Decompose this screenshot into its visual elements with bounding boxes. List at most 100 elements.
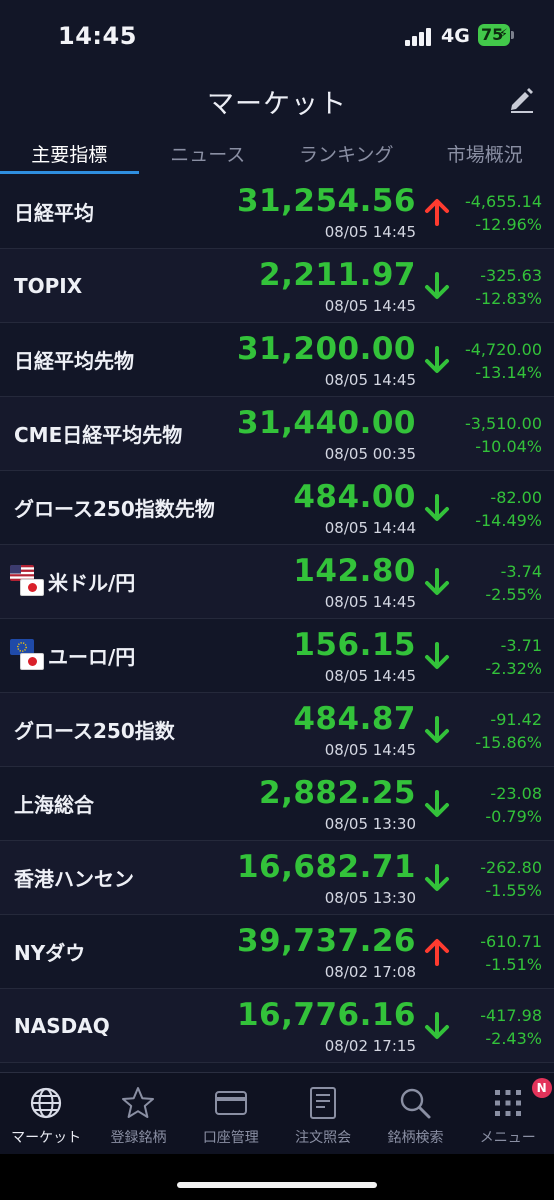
market-change: -3.71 [500, 636, 542, 655]
arrow-down-icon [425, 790, 449, 817]
status-bar: 14:45 4G 75 ⚡ [0, 0, 554, 70]
market-row[interactable]: 米ドル/円 142.80 08/05 14:45 -3.74 -2.55% [0, 545, 554, 619]
market-row[interactable]: 日経平均 31,254.56 08/05 14:45 -4,655.14 -12.96% [0, 175, 554, 249]
market-row[interactable]: CME日経平均先物 31,440.00 08/05 00:35 -3,510.00 -1… [0, 397, 554, 471]
arrow-down-icon [425, 642, 449, 669]
nav-account[interactable]: 口座管理 [185, 1073, 277, 1155]
nav-watchlist[interactable]: 登録銘柄 [92, 1073, 184, 1155]
market-name: CME日経平均先物 [14, 423, 183, 447]
market-price: 31,200.00 [236, 331, 416, 367]
market-row[interactable]: TOPIX 2,211.97 08/05 14:45 -325.63 -12.83% [0, 249, 554, 323]
market-change: -4,720.00 [464, 340, 542, 359]
market-change-percent: -12.83% [475, 289, 542, 308]
battery-cap [511, 31, 514, 39]
arrow-down-icon [425, 1012, 449, 1039]
market-timestamp: 08/05 13:30 [324, 815, 416, 833]
market-timestamp: 08/05 00:35 [324, 445, 416, 463]
nav-menu-label: メニュー [479, 1130, 536, 1146]
market-list: 日経平均 31,254.56 08/05 14:45 -4,655.14 -12.96%… [0, 175, 554, 1063]
market-row[interactable]: NASDAQ 16,776.16 08/02 17:15 -417.98 -2.43% [0, 989, 554, 1063]
market-change: -262.80 [480, 858, 542, 877]
market-change: -610.71 [480, 932, 542, 951]
market-change: -3.74 [500, 562, 542, 581]
market-price: 484.87 [293, 701, 416, 737]
market-price: 2,882.25 [259, 775, 416, 811]
market-change: -4,655.14 [464, 192, 542, 211]
market-row[interactable]: NYダウ 39,737.26 08/02 17:08 -610.71 -1.51% [0, 915, 554, 989]
market-name: 日経平均先物 [14, 349, 134, 373]
market-change-percent: -12.96% [475, 215, 542, 234]
market-row[interactable]: 上海総合 2,882.25 08/05 13:30 -23.08 -0.79% [0, 767, 554, 841]
market-timestamp: 08/05 14:45 [324, 741, 416, 759]
market-timestamp: 08/05 14:45 [324, 371, 416, 389]
japan-flag [20, 653, 44, 670]
pencil-icon [511, 88, 533, 113]
market-change: -3,510.00 [464, 414, 542, 433]
market-row[interactable]: ユーロ/円 156.15 08/05 14:45 -3.71 -2.32% [0, 619, 554, 693]
market-price: 484.00 [293, 479, 416, 515]
bottom-nav: マーケット 登録銘柄 口座管理 注文照会 銘柄検索 N メニュー [0, 1072, 554, 1155]
market-price: 16,776.16 [236, 997, 416, 1033]
nav-market-label: マーケット [11, 1130, 82, 1146]
market-change: -91.42 [490, 710, 542, 729]
home-indicator[interactable] [177, 1182, 377, 1188]
market-row[interactable]: グロース250指数先物 484.00 08/05 14:44 -82.00 -14.49… [0, 471, 554, 545]
market-row[interactable]: グロース250指数 484.87 08/05 14:45 -91.42 -15.86% [0, 693, 554, 767]
arrow-down-icon [425, 568, 449, 595]
tab-main-indicators[interactable]: 主要指標 [0, 130, 139, 174]
market-change: -325.63 [480, 266, 542, 285]
market-timestamp: 08/02 17:15 [324, 1037, 416, 1055]
eu-jp-flag-icon [10, 639, 44, 673]
app-header: マーケット [0, 70, 554, 128]
market-price: 39,737.26 [236, 923, 416, 959]
market-timestamp: 08/05 14:44 [324, 519, 416, 537]
market-change: -82.00 [490, 488, 542, 507]
market-tabs: 主要指標 ニュース ランキング 市場概況 [0, 130, 554, 174]
market-price: 16,682.71 [236, 849, 416, 885]
market-row[interactable]: 日経平均先物 31,200.00 08/05 14:45 -4,720.00 -13.1… [0, 323, 554, 397]
market-name: NYダウ [14, 941, 86, 965]
market-screen: 14:45 4G 75 ⚡ マーケット 主要指標 ニュース ランキング 市場概況 [0, 0, 554, 1200]
document-icon [310, 1087, 337, 1119]
market-price: 142.80 [293, 553, 416, 589]
market-price: 156.15 [293, 627, 416, 663]
arrow-down-icon [425, 864, 449, 891]
nav-orders[interactable]: 注文照会 [277, 1073, 369, 1155]
market-price: 31,254.56 [236, 183, 416, 219]
market-name: 上海総合 [14, 793, 94, 817]
nav-menu[interactable]: N メニュー [462, 1073, 554, 1155]
arrow-down-icon [425, 346, 449, 373]
market-change-percent: -1.51% [485, 955, 542, 974]
market-timestamp: 08/05 14:45 [324, 223, 416, 241]
market-name: グロース250指数 [14, 719, 175, 743]
market-name: TOPIX [14, 273, 83, 298]
market-change-percent: -14.49% [475, 511, 542, 530]
tab-news[interactable]: ニュース [139, 130, 278, 174]
nav-market[interactable]: マーケット [0, 1073, 92, 1155]
notification-badge: N [531, 1078, 552, 1098]
status-time: 14:45 [58, 22, 137, 50]
market-change-percent: -0.79% [485, 807, 542, 826]
edit-button[interactable] [507, 84, 537, 114]
market-change-percent: -2.55% [485, 585, 542, 604]
market-change: -23.08 [490, 784, 542, 803]
network-type: 4G [441, 25, 470, 47]
arrow-up-icon [425, 199, 449, 226]
market-row[interactable]: 香港ハンセン 16,682.71 08/05 13:30 -262.80 -1.55% [0, 841, 554, 915]
market-price: 2,211.97 [259, 257, 416, 293]
cellular-signal-icon [405, 28, 433, 46]
market-timestamp: 08/02 17:08 [324, 963, 416, 981]
arrow-down-icon [425, 272, 449, 299]
nav-search[interactable]: 銘柄検索 [369, 1073, 461, 1155]
arrow-up-icon [425, 939, 449, 966]
globe-icon [31, 1087, 62, 1119]
tab-ranking[interactable]: ランキング [277, 130, 416, 174]
tab-market-overview[interactable]: 市場概況 [416, 130, 554, 174]
market-name: 日経平均 [14, 201, 94, 225]
nav-watchlist-label: 登録銘柄 [110, 1130, 167, 1146]
grid-menu-icon [494, 1090, 521, 1116]
page-title: マーケット [207, 89, 347, 120]
charging-bolt-icon: ⚡ [498, 27, 508, 42]
market-name: グロース250指数先物 [14, 497, 215, 521]
japan-flag [20, 579, 44, 596]
